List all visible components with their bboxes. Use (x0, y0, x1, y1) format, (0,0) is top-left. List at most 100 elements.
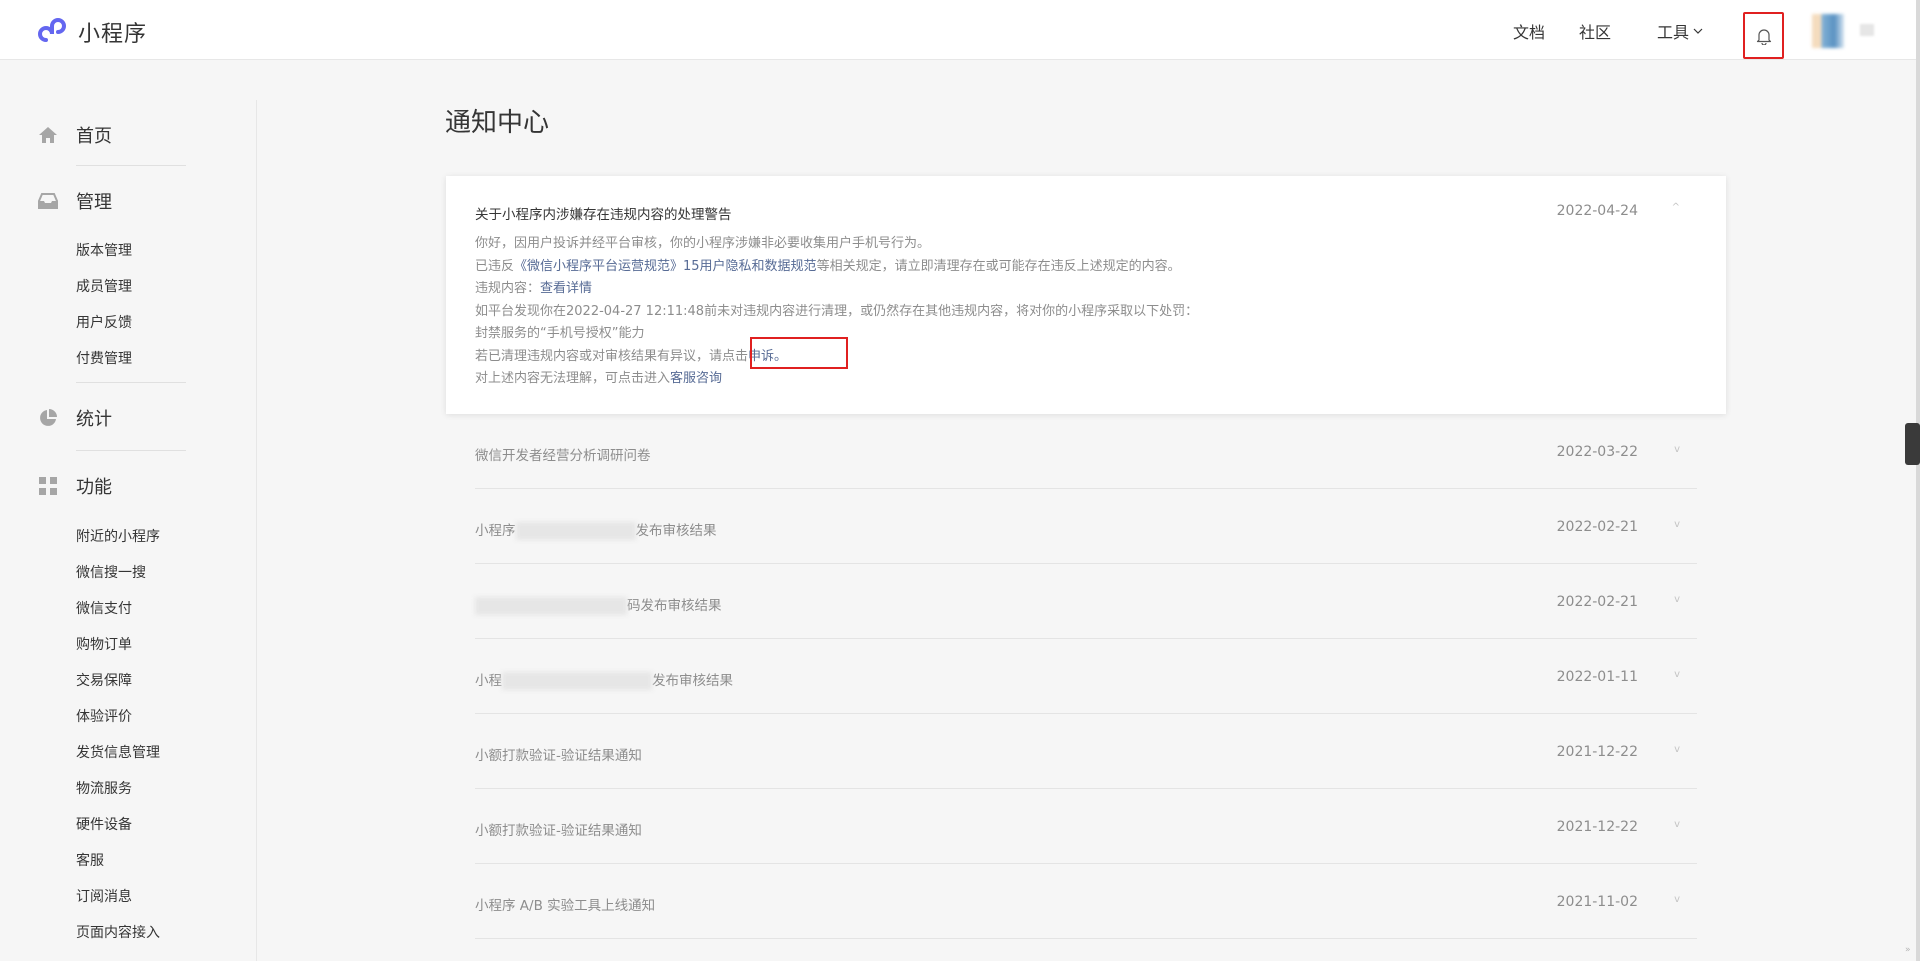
divider (76, 165, 186, 166)
top-bar: 小程序 文档 社区 工具 (0, 0, 1920, 60)
notice-row[interactable]: 码发布审核结果 2022-02-21 v (475, 564, 1697, 639)
notice-title: 小程 发布审核结果 (475, 669, 733, 690)
pie-chart-icon (38, 408, 58, 428)
notice-title: 小额打款验证-验证结果通知 (475, 823, 642, 839)
notice-row[interactable]: 小程序 A/B 实验工具上线通知 2021-11-02 v (475, 864, 1697, 939)
divider (76, 450, 186, 451)
notice-row[interactable]: 微信开发者经营分析调研问卷 2022-03-22 v (475, 414, 1697, 489)
notification-button[interactable] (1743, 12, 1784, 59)
sidebar-item-home[interactable]: 首页 (38, 122, 112, 148)
home-icon (38, 125, 58, 145)
scrollbar[interactable] (1916, 0, 1920, 961)
chevron-down-icon[interactable]: v (1674, 594, 1680, 605)
chevron-down-icon[interactable]: v (1674, 819, 1680, 830)
nav-docs[interactable]: 文档 (1513, 19, 1545, 43)
text: 等相关规定，请立即清理存在或可能存在违反上述规定的内容。 (816, 258, 1181, 274)
notice-list: 微信开发者经营分析调研问卷 2022-03-22 v 小程序 发布审核结果 202… (475, 414, 1697, 939)
sidebar-item-features[interactable]: 功能 (38, 473, 112, 499)
chevron-up-icon[interactable]: ^ (1672, 202, 1680, 213)
notice-date: 2022-03-22 (1556, 444, 1638, 460)
text: 违规内容： (475, 281, 541, 296)
notice-title: 小额打款验证-验证结果通知 (475, 748, 642, 764)
text: 已违反 (475, 258, 515, 274)
nav-community[interactable]: 社区 (1579, 19, 1611, 43)
sidebar-item-orders[interactable]: 购物订单 (76, 634, 132, 654)
nav-tools-label: 工具 (1657, 23, 1690, 42)
sidebar-item-label: 管理 (76, 192, 112, 213)
nav-tools[interactable]: 工具 (1657, 19, 1703, 43)
text: 发布审核结果 (635, 523, 717, 539)
notice-date: 2022-01-11 (1556, 669, 1638, 685)
avatar[interactable] (1812, 14, 1844, 48)
miniprogram-logo-icon (38, 14, 70, 50)
chevron-down-icon[interactable]: v (1674, 744, 1680, 755)
bell-icon (1756, 28, 1771, 45)
notice-title: 微信开发者经营分析调研问卷 (475, 448, 651, 464)
text: 对上述内容无法理解，可点击进入 (475, 371, 671, 386)
sidebar-item-hardware[interactable]: 硬件设备 (76, 814, 132, 834)
sidebar-item-page-content[interactable]: 页面内容接入 (76, 922, 160, 942)
sidebar-item-rating[interactable]: 体验评价 (76, 706, 132, 726)
sidebar-item-version[interactable]: 版本管理 (76, 240, 132, 260)
sidebar-item-wechat-pay[interactable]: 微信支付 (76, 598, 132, 618)
chevron-down-icon[interactable]: v (1674, 444, 1680, 455)
text: 若已清理违规内容或对审核结果有异议，请点击 (475, 348, 749, 364)
resize-corner-icon: » (1905, 945, 1911, 955)
notice-title: 小程序 A/B 实验工具上线通知 (475, 898, 656, 914)
feedback-tab[interactable] (1905, 423, 1920, 465)
sidebar-item-logistics[interactable]: 物流服务 (76, 778, 132, 798)
sidebar-item-subscribe-msg[interactable]: 订阅消息 (76, 886, 132, 906)
notice-date: 2021-12-22 (1556, 819, 1638, 835)
notice-line: 违规内容：查看详情 (475, 278, 1655, 301)
sidebar-divider (256, 100, 257, 961)
sidebar-item-feedback[interactable]: 用户反馈 (76, 312, 132, 332)
sidebar-item-label: 统计 (76, 409, 112, 430)
notice-row[interactable]: 小程 发布审核结果 2022-01-11 v (475, 639, 1697, 714)
customer-service-link[interactable]: 客服咨询 (670, 371, 722, 386)
divider (76, 382, 186, 383)
sidebar-item-search[interactable]: 微信搜一搜 (76, 562, 146, 582)
notice-date: 2021-12-22 (1556, 744, 1638, 760)
notice-date: 2021-11-02 (1556, 894, 1638, 910)
chevron-down-icon[interactable]: v (1674, 519, 1680, 530)
view-details-link[interactable]: 查看详情 (540, 281, 592, 296)
sidebar-item-manage[interactable]: 管理 (38, 188, 112, 214)
text: 发布审核结果 (652, 673, 733, 689)
notice-title: 码发布审核结果 (475, 594, 722, 615)
sidebar-item-trade-guarantee[interactable]: 交易保障 (76, 670, 132, 690)
chevron-down-icon (1693, 28, 1703, 34)
account-name[interactable] (1860, 24, 1874, 36)
logo[interactable]: 小程序 (38, 14, 147, 50)
sidebar-item-stats[interactable]: 统计 (38, 405, 112, 431)
app-title: 小程序 (78, 22, 148, 47)
notice-date: 2022-02-21 (1556, 519, 1638, 535)
page-title: 通知中心 (445, 108, 550, 138)
redacted-text (475, 597, 627, 615)
notice-title[interactable]: 关于小程序内涉嫌存在违规内容的处理警告 (475, 203, 732, 223)
notice-line: 若已清理违规内容或对审核结果有异议，请点击申诉。 (475, 346, 1655, 369)
appeal-link[interactable]: 申诉。 (748, 349, 787, 364)
sidebar-item-customer-service[interactable]: 客服 (76, 850, 104, 870)
chevron-down-icon[interactable]: v (1674, 894, 1680, 905)
chevron-down-icon[interactable]: v (1674, 669, 1680, 680)
notice-row[interactable]: 小额打款验证-验证结果通知 2021-12-22 v (475, 714, 1697, 789)
grid-icon (38, 476, 58, 496)
sidebar-item-members[interactable]: 成员管理 (76, 276, 132, 296)
sidebar-item-label: 首页 (76, 126, 112, 147)
notice-date: 2022-04-24 (1556, 203, 1638, 219)
inbox-icon (38, 191, 58, 211)
text: 码发布审核结果 (627, 598, 722, 614)
sidebar: 首页 管理 版本管理 成员管理 用户反馈 付费管理 统计 功能 附近的小程序 微… (0, 60, 256, 961)
notice-date: 2022-02-21 (1556, 594, 1638, 610)
rules-link[interactable]: 《微信小程序平台运营规范》15用户隐私和数据规范 (514, 259, 817, 274)
sidebar-item-shipping-info[interactable]: 发货信息管理 (76, 742, 160, 762)
sidebar-item-label: 功能 (76, 477, 112, 498)
sidebar-item-nearby[interactable]: 附近的小程序 (76, 526, 160, 546)
notice-title: 小程序 发布审核结果 (475, 519, 717, 540)
text: 小程序 (475, 523, 516, 539)
notice-expanded-card: 关于小程序内涉嫌存在违规内容的处理警告 2022-04-24 ^ 你好，因用户投… (446, 176, 1726, 414)
notice-row[interactable]: 小程序 发布审核结果 2022-02-21 v (475, 489, 1697, 564)
notice-row[interactable]: 小额打款验证-验证结果通知 2021-12-22 v (475, 789, 1697, 864)
sidebar-item-payment[interactable]: 付费管理 (76, 348, 132, 368)
notice-body: 你好，因用户投诉并经平台审核，你的小程序涉嫌非必要收集用户手机号行为。 已违反《… (475, 233, 1655, 391)
